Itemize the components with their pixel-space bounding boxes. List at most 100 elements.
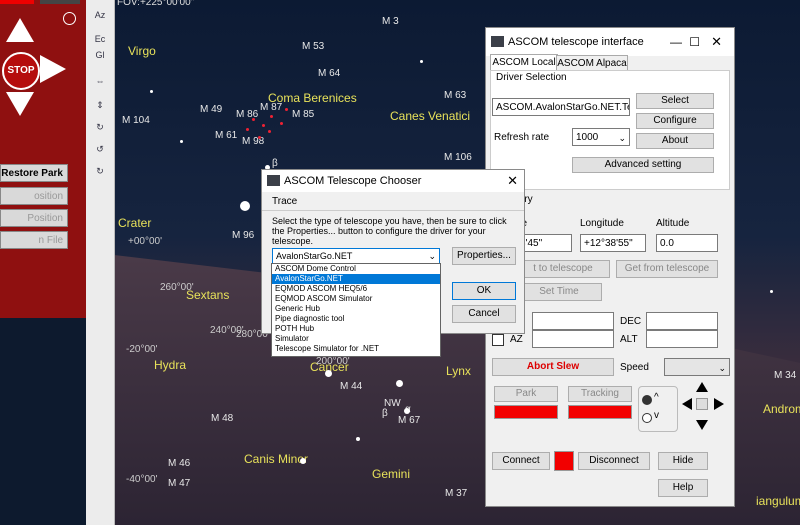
ra-field[interactable] <box>532 312 614 330</box>
sync-to-telescope-button[interactable]: t to telescope <box>516 260 610 278</box>
object-label: M 53 <box>302 41 325 52</box>
telescope-app-icon <box>491 36 504 47</box>
azimuth-view-icon[interactable]: Az <box>90 6 110 24</box>
galaxy-marker <box>268 130 271 133</box>
close-icon[interactable]: ✕ <box>711 28 722 56</box>
az-field[interactable] <box>532 330 614 348</box>
longitude-field[interactable]: +12°38'55" <box>580 234 646 252</box>
dropdown-option-selected[interactable]: AvalonStarGo.NET <box>272 274 440 284</box>
galaxy-marker <box>270 115 273 118</box>
dropdown-option[interactable]: Pipe diagnostic tool <box>272 314 440 324</box>
properties-button[interactable]: Properties... <box>452 247 516 265</box>
constellation-label: Lynx <box>446 364 471 378</box>
minimize-icon[interactable]: — <box>670 28 682 56</box>
maximize-icon[interactable]: ☐ <box>689 28 700 56</box>
about-button[interactable]: About <box>636 133 714 149</box>
move-south-icon[interactable] <box>696 420 708 430</box>
flip-vertical-icon[interactable]: ⇕ <box>90 96 110 114</box>
move-east-icon[interactable] <box>714 398 724 410</box>
object-label: M 106 <box>444 152 472 163</box>
status-indicator <box>0 0 34 4</box>
dropdown-option[interactable]: Generic Hub <box>272 304 440 314</box>
refresh-rate-label: Refresh rate <box>494 132 550 143</box>
connect-button[interactable]: Connect <box>492 452 550 470</box>
cancel-button[interactable]: Cancel <box>452 305 516 323</box>
file-button[interactable]: n File <box>0 231 68 249</box>
speed-select[interactable]: ⌄ <box>664 358 730 376</box>
chevron-down-icon: ⌄ <box>718 363 726 373</box>
star <box>180 140 183 143</box>
move-north-icon[interactable] <box>696 382 708 392</box>
ok-button[interactable]: OK <box>452 282 516 300</box>
rotate-icon[interactable]: ↻ <box>90 118 110 136</box>
select-button[interactable]: Select <box>636 93 714 109</box>
radio-south-up[interactable] <box>642 413 652 423</box>
refresh-rate-select[interactable]: 1000 ⌄ <box>572 128 630 146</box>
option-circle-icon[interactable] <box>63 12 76 25</box>
telescope-selected-value: AvalonStarGo.NET <box>276 251 353 261</box>
position-button[interactable]: osition <box>0 187 68 205</box>
dropdown-option[interactable]: ASCOM Dome Control <box>272 264 440 274</box>
alt-field[interactable] <box>646 330 718 348</box>
park-status-indicator <box>494 405 558 419</box>
abort-slew-button[interactable]: Abort Slew <box>492 358 614 376</box>
constellation-label: Hydra <box>154 358 187 372</box>
object-label: M 37 <box>445 488 468 499</box>
flip-horizontal-icon[interactable]: ⇔ <box>90 72 110 90</box>
dropdown-option[interactable]: Telescope Simulator for .NET <box>272 344 440 354</box>
arrow-down-icon[interactable] <box>6 92 34 116</box>
altitude-field[interactable]: 0.0 <box>656 234 718 252</box>
galaxy-marker <box>285 108 288 111</box>
galactic-view-icon[interactable]: Gl <box>90 46 110 64</box>
set-time-button[interactable]: Set Time <box>516 283 602 301</box>
object-label: M 64 <box>318 68 341 79</box>
dec-field[interactable] <box>646 312 718 330</box>
constellation-label: Virgo <box>128 44 156 58</box>
chooser-titlebar: ASCOM Telescope Chooser ✕ <box>262 170 524 192</box>
disconnect-button[interactable]: Disconnect <box>578 452 650 470</box>
telescope-select[interactable]: AvalonStarGo.NET ⌄ <box>272 248 440 264</box>
driver-field[interactable]: ASCOM.AvalonStarGo.NET.Telesc <box>492 98 630 116</box>
dropdown-option[interactable]: EQMOD ASCOM Simulator <box>272 294 440 304</box>
move-west-icon[interactable] <box>682 398 692 410</box>
constellation-label: Gemini <box>372 467 411 481</box>
configure-button[interactable]: Configure <box>636 113 714 129</box>
stop-move-button[interactable] <box>696 398 708 410</box>
position-button-2[interactable]: Position <box>0 209 68 227</box>
restore-park-button[interactable]: Restore Park <box>0 164 68 182</box>
star <box>240 201 250 211</box>
rotate-left-icon[interactable]: ↺ <box>90 140 110 158</box>
ascom-window-title: ASCOM telescope interface <box>508 36 644 48</box>
az-checkbox[interactable] <box>492 334 504 346</box>
galaxy-marker <box>280 122 283 125</box>
dropdown-option[interactable]: EQMOD ASCOM HEQ5/6 <box>272 284 440 294</box>
refresh-rate-value: 1000 <box>576 132 599 143</box>
dropdown-option[interactable]: POTH Hub <box>272 324 440 334</box>
tab-ascom-alpaca[interactable]: ASCOM Alpaca <box>556 55 628 71</box>
rotate-right-icon[interactable]: ↻ <box>90 162 110 180</box>
park-button[interactable]: Park <box>494 386 558 402</box>
tracking-button[interactable]: Tracking <box>568 386 632 402</box>
arrow-right-icon[interactable] <box>40 55 66 83</box>
grid-coord-label: -40°00' <box>126 474 158 485</box>
speed-label: Speed <box>620 362 649 373</box>
galaxy-marker <box>262 124 265 127</box>
radio-north-label: ^ <box>654 392 659 403</box>
arrow-up-icon[interactable] <box>6 18 34 42</box>
help-button[interactable]: Help <box>658 479 708 497</box>
object-label: M 49 <box>200 104 223 115</box>
tab-ascom-local[interactable]: ASCOM Local <box>490 54 558 71</box>
telescope-dropdown-list: ASCOM Dome Control AvalonStarGo.NET EQMO… <box>271 263 441 357</box>
hide-button[interactable]: Hide <box>658 452 708 470</box>
driver-selection-label: Driver Selection <box>496 72 567 83</box>
object-label: M 47 <box>168 478 191 489</box>
longitude-label: Longitude <box>580 218 624 229</box>
get-from-telescope-button[interactable]: Get from telescope <box>616 260 718 278</box>
advanced-setting-button[interactable]: Advanced setting <box>572 157 714 173</box>
object-label: M 34 <box>774 370 797 381</box>
radio-north-up[interactable] <box>642 395 652 405</box>
dropdown-option[interactable]: Simulator <box>272 334 440 344</box>
close-icon[interactable]: ✕ <box>507 170 518 192</box>
trace-menu[interactable]: Trace <box>272 196 297 207</box>
stop-button[interactable]: STOP <box>2 52 40 90</box>
